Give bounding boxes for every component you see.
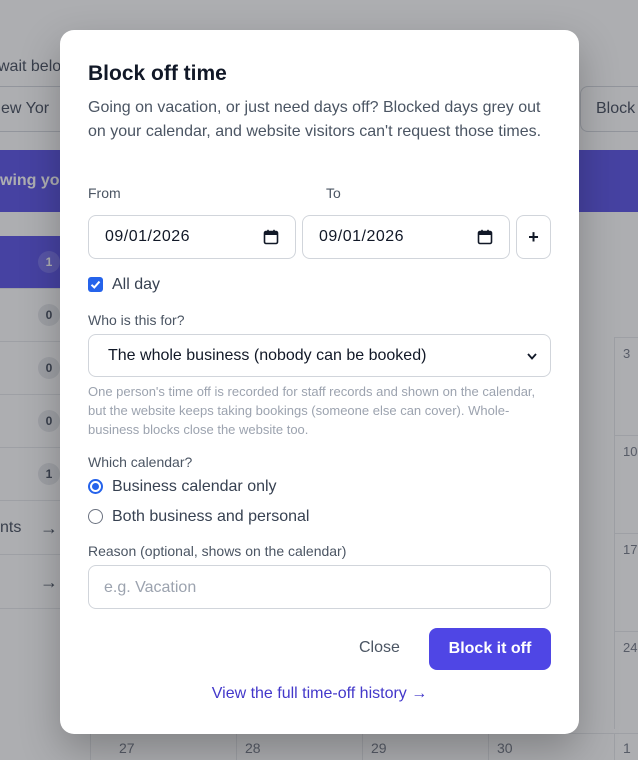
add-range-button[interactable]: + <box>516 215 551 259</box>
reason-label: Reason (optional, shows on the calendar) <box>88 543 347 559</box>
from-label: From <box>88 185 121 201</box>
from-date-input[interactable]: 09/01/2026 <box>88 215 296 259</box>
to-label: To <box>326 185 341 201</box>
who-selected-value: The whole business (nobody can be booked… <box>108 347 427 364</box>
all-day-checkbox[interactable] <box>88 277 103 292</box>
dialog-title: Block off time <box>88 62 227 85</box>
to-date-value: 09/01/2026 <box>319 228 405 245</box>
radio-button[interactable] <box>88 509 103 524</box>
radio-label: Business calendar only <box>112 478 277 495</box>
to-date-input[interactable]: 09/01/2026 <box>302 215 510 259</box>
all-day-label: All day <box>112 276 161 293</box>
block-it-off-button[interactable]: Block it off <box>429 628 551 670</box>
block-off-time-dialog: Block off time Going on vacation, or jus… <box>60 30 579 734</box>
calendar-icon[interactable] <box>263 229 279 245</box>
time-off-history-link[interactable]: View the full time-off history → <box>60 685 579 703</box>
calendar-label: Which calendar? <box>88 454 193 470</box>
chevron-down-icon <box>527 353 537 360</box>
checkmark-icon <box>90 280 101 289</box>
reason-placeholder: e.g. Vacation <box>104 579 197 596</box>
radio-button[interactable] <box>88 479 103 494</box>
close-button[interactable]: Close <box>359 639 400 657</box>
calendar-icon[interactable] <box>477 229 493 245</box>
radio-label: Both business and personal <box>112 508 310 525</box>
who-label: Who is this for? <box>88 312 185 328</box>
who-hint: One person's time off is recorded for st… <box>88 384 536 437</box>
who-select[interactable]: The whole business (nobody can be booked… <box>88 334 551 377</box>
dialog-description: Going on vacation, or just need days off… <box>88 99 542 140</box>
from-date-value: 09/01/2026 <box>105 228 191 245</box>
reason-input[interactable]: e.g. Vacation <box>88 565 551 609</box>
